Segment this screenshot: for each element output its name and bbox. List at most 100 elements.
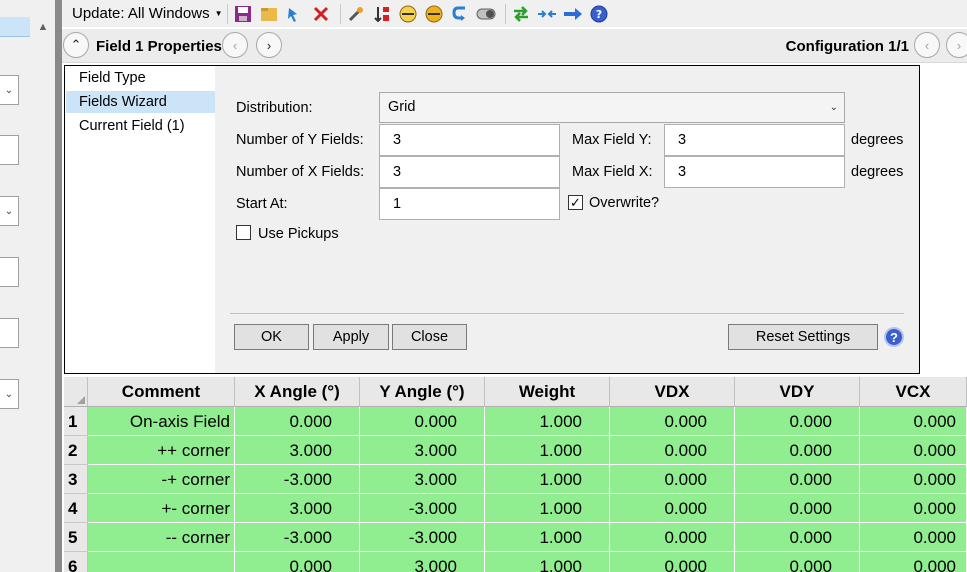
left-input-3[interactable] bbox=[0, 318, 19, 348]
comment-cell[interactable]: +- corner bbox=[88, 494, 235, 523]
vdy-cell[interactable]: 0.000 bbox=[735, 436, 860, 465]
wand-icon[interactable] bbox=[345, 3, 367, 25]
column-header-vdy[interactable]: VDY bbox=[735, 377, 860, 407]
vcx-cell[interactable]: 0.000 bbox=[860, 465, 967, 494]
weight-cell[interactable]: 1.000 bbox=[485, 407, 610, 436]
prev-field-button[interactable]: ‹ bbox=[222, 32, 248, 58]
vdx-cell[interactable]: 0.000 bbox=[610, 494, 735, 523]
y-angle-cell[interactable]: -3.000 bbox=[360, 523, 485, 552]
row-number[interactable]: 5 bbox=[64, 523, 88, 552]
comment-cell[interactable]: -- corner bbox=[88, 523, 235, 552]
column-header-y-angle[interactable]: Y Angle (°) bbox=[360, 377, 485, 407]
vdx-cell[interactable]: 0.000 bbox=[610, 465, 735, 494]
weight-cell[interactable]: 1.000 bbox=[485, 465, 610, 494]
arrows-blue-icon[interactable] bbox=[536, 3, 558, 25]
use-pickups-checkbox[interactable] bbox=[236, 225, 251, 240]
x-angle-cell[interactable]: 0.000 bbox=[235, 552, 360, 572]
left-dropdown-1[interactable]: ⌄ bbox=[0, 75, 19, 105]
column-header-vdx[interactable]: VDX bbox=[610, 377, 735, 407]
next-field-button[interactable]: › bbox=[256, 32, 282, 58]
save-icon[interactable] bbox=[232, 3, 254, 25]
update-windows-menu[interactable]: Update: All Windows ▼ bbox=[72, 5, 223, 22]
num-x-fields-input[interactable]: 3 bbox=[379, 156, 560, 188]
ok-button[interactable]: OK bbox=[234, 324, 309, 350]
weight-cell[interactable]: 1.000 bbox=[485, 494, 610, 523]
next-config-button[interactable]: › bbox=[946, 32, 967, 58]
table-row[interactable]: 2 ++ corner 3.000 3.000 1.000 0.000 0.00… bbox=[64, 436, 967, 465]
table-row[interactable]: 1 On-axis Field 0.000 0.000 1.000 0.000 … bbox=[64, 407, 967, 436]
vdy-cell[interactable]: 0.000 bbox=[735, 465, 860, 494]
scroll-up-icon[interactable]: ▲ bbox=[32, 16, 54, 38]
row-number[interactable]: 6 bbox=[64, 552, 88, 572]
vdx-cell[interactable]: 0.000 bbox=[610, 407, 735, 436]
weight-cell[interactable]: 1.000 bbox=[485, 523, 610, 552]
vcx-cell[interactable]: 0.000 bbox=[860, 407, 967, 436]
row-number[interactable]: 3 bbox=[64, 465, 88, 494]
close-button[interactable]: Close bbox=[392, 324, 467, 350]
column-header-weight[interactable]: Weight bbox=[485, 377, 610, 407]
vdy-cell[interactable]: 0.000 bbox=[735, 494, 860, 523]
y-angle-cell[interactable]: 3.000 bbox=[360, 436, 485, 465]
max-field-x-input[interactable]: 3 bbox=[664, 156, 845, 188]
nav-item-fields-wizard[interactable]: Fields Wizard bbox=[66, 91, 215, 113]
vdy-cell[interactable]: 0.000 bbox=[735, 552, 860, 572]
table-row[interactable]: 6 0.000 3.000 1.000 0.000 0.000 0.000 bbox=[64, 552, 967, 572]
row-number[interactable]: 4 bbox=[64, 494, 88, 523]
table-corner[interactable] bbox=[64, 377, 88, 407]
vcx-cell[interactable]: 0.000 bbox=[860, 436, 967, 465]
nav-item-current-field[interactable]: Current Field (1) bbox=[66, 115, 215, 137]
open-folder-icon[interactable] bbox=[258, 3, 280, 25]
swap-green-icon[interactable] bbox=[510, 3, 532, 25]
panel-splitter[interactable] bbox=[55, 0, 62, 572]
nav-item-field-type[interactable]: Field Type bbox=[66, 67, 215, 89]
vdx-cell[interactable]: 0.000 bbox=[610, 436, 735, 465]
x-angle-cell[interactable]: 0.000 bbox=[235, 407, 360, 436]
y-angle-cell[interactable]: 0.000 bbox=[360, 407, 485, 436]
vdx-cell[interactable]: 0.000 bbox=[610, 552, 735, 572]
arrow-right-blue-icon[interactable] bbox=[562, 3, 584, 25]
table-row[interactable]: 3 -+ corner -3.000 3.000 1.000 0.000 0.0… bbox=[64, 465, 967, 494]
comment-cell[interactable] bbox=[88, 552, 235, 572]
vcx-cell[interactable]: 0.000 bbox=[860, 552, 967, 572]
y-angle-cell[interactable]: -3.000 bbox=[360, 494, 485, 523]
overwrite-checkbox[interactable]: ✓ bbox=[568, 195, 583, 210]
collapse-button[interactable]: ⌃ bbox=[63, 32, 89, 58]
help-icon[interactable]: ? bbox=[588, 3, 610, 25]
x-angle-cell[interactable]: -3.000 bbox=[235, 465, 360, 494]
x-angle-cell[interactable]: 3.000 bbox=[235, 436, 360, 465]
distribution-select[interactable]: Grid ⌄ bbox=[379, 92, 845, 123]
left-dropdown-2[interactable]: ⌄ bbox=[0, 196, 19, 226]
left-dropdown-3[interactable]: ⌄ bbox=[0, 379, 19, 409]
undo-icon[interactable] bbox=[449, 3, 471, 25]
comment-cell[interactable]: ++ corner bbox=[88, 436, 235, 465]
prev-config-button[interactable]: ‹ bbox=[914, 32, 940, 58]
lens-gold-icon[interactable] bbox=[423, 3, 445, 25]
vdx-cell[interactable]: 0.000 bbox=[610, 523, 735, 552]
start-at-input[interactable]: 1 bbox=[379, 188, 560, 220]
column-header-x-angle[interactable]: X Angle (°) bbox=[235, 377, 360, 407]
apply-button[interactable]: Apply bbox=[313, 324, 389, 350]
vdy-cell[interactable]: 0.000 bbox=[735, 523, 860, 552]
y-angle-cell[interactable]: 3.000 bbox=[360, 465, 485, 494]
apply-arrow-icon[interactable] bbox=[284, 3, 306, 25]
column-header-vcx[interactable]: VCX bbox=[860, 377, 967, 407]
vcx-cell[interactable]: 0.000 bbox=[860, 523, 967, 552]
row-number[interactable]: 2 bbox=[64, 436, 88, 465]
row-number[interactable]: 1 bbox=[64, 407, 88, 436]
table-row[interactable]: 4 +- corner 3.000 -3.000 1.000 0.000 0.0… bbox=[64, 494, 967, 523]
sort-icon[interactable] bbox=[371, 3, 393, 25]
help-icon[interactable]: ? bbox=[884, 327, 904, 347]
left-panel-selected-row[interactable] bbox=[0, 17, 30, 37]
vdy-cell[interactable]: 0.000 bbox=[735, 407, 860, 436]
column-header-comment[interactable]: Comment bbox=[88, 377, 235, 407]
comment-cell[interactable]: On-axis Field bbox=[88, 407, 235, 436]
vcx-cell[interactable]: 0.000 bbox=[860, 494, 967, 523]
reset-settings-button[interactable]: Reset Settings bbox=[728, 324, 878, 350]
delete-x-icon[interactable] bbox=[310, 3, 332, 25]
x-angle-cell[interactable]: 3.000 bbox=[235, 494, 360, 523]
toggle-icon[interactable] bbox=[475, 3, 497, 25]
left-input-1[interactable] bbox=[0, 135, 19, 165]
weight-cell[interactable]: 1.000 bbox=[485, 552, 610, 572]
weight-cell[interactable]: 1.000 bbox=[485, 436, 610, 465]
x-angle-cell[interactable]: -3.000 bbox=[235, 523, 360, 552]
